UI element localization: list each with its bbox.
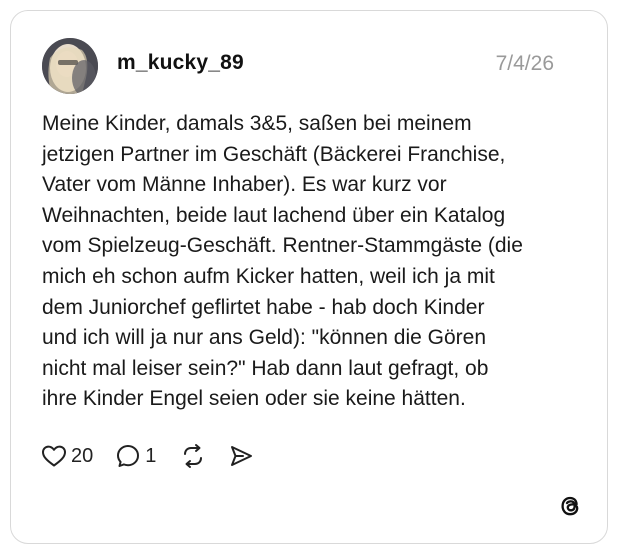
reply-button[interactable]: 1 [115, 443, 156, 469]
reply-count: 1 [145, 444, 157, 467]
action-bar: 20 1 [41, 441, 254, 471]
post-text-line: dem Juniorchef geflirtet habe - hab doch… [42, 295, 485, 319]
threads-logo-icon [557, 493, 583, 519]
username[interactable]: m_kucky_89 [117, 51, 244, 75]
post-text-line: vom Spielzeug-Geschäft. Rentner-Stammgäs… [42, 234, 523, 258]
post-text-line: jetzigen Partner im Geschäft (Bäckerei F… [42, 142, 506, 166]
post-text-line: und ich will ja nur ans Geld): "können d… [42, 326, 487, 350]
post-card: m_kucky_89 7/4/26 Meine Kinder, damals 3… [10, 10, 608, 544]
avatar-image [42, 38, 98, 94]
post-text-line: Vater vom Männe Inhaber). Es war kurz vo… [42, 173, 447, 197]
share-button[interactable] [228, 443, 254, 469]
post-text-line: mich eh schon aufm Kicker hatten, weil i… [42, 264, 495, 288]
like-button[interactable]: 20 [41, 444, 93, 468]
post-text-line: Meine Kinder, damals 3&5, saßen bei mein… [42, 112, 472, 135]
heart-icon [42, 445, 66, 467]
post-text: Meine Kinder, damals 3&5, saßen bei mein… [42, 109, 582, 415]
send-icon [231, 446, 253, 466]
post-date: 7/4/26 [495, 52, 554, 75]
like-count: 20 [71, 444, 94, 467]
comment-bubble-icon [117, 445, 140, 467]
post-text-line: Weihnachten, beide laut lachend über ein… [42, 203, 506, 227]
repost-button[interactable] [180, 443, 206, 469]
avatar[interactable] [42, 38, 98, 94]
post-text-line: nicht mal leiser sein?" Hab dann laut ge… [42, 356, 489, 380]
repost-icon [184, 444, 203, 468]
post-text-line: ihre Kinder Engel seien oder sie keine h… [42, 387, 466, 411]
